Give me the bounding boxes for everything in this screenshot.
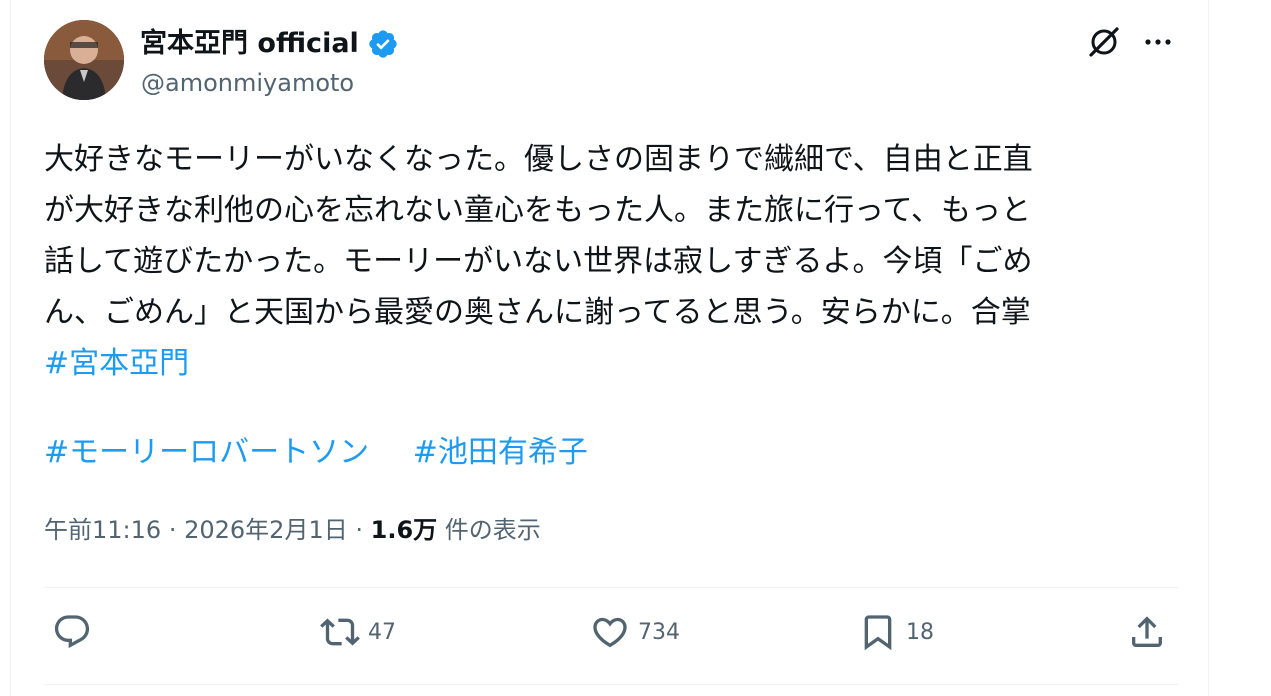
hashtag-link[interactable]: #池田有希子 <box>413 435 588 470</box>
tweet-line: 話して遊びたかった。モーリーがいない世界は寂しすぎるよ。今頃「ごめ <box>44 244 1033 279</box>
author-handle[interactable]: @amonmiyamoto <box>141 67 354 99</box>
frame-border-right <box>1208 0 1209 696</box>
grok-icon[interactable] <box>1086 24 1122 60</box>
tweet-line: が大好きな利他の心を忘れない童心をもった人。また旅に行って、もっと <box>44 193 1031 228</box>
avatar-image <box>44 20 124 100</box>
verified-badge-icon <box>367 28 399 60</box>
tweet-date[interactable]: 2026年2月1日 <box>184 516 348 544</box>
tweet-line: 大好きなモーリーがいなくなった。優しさの固まりで繊細で、自由と正直 <box>44 142 1033 177</box>
retweet-count: 47 <box>368 619 396 645</box>
more-options-icon[interactable] <box>1140 26 1176 58</box>
views-label[interactable]: 件の表示 <box>445 516 541 544</box>
retweet-button[interactable]: 47 <box>320 612 396 652</box>
like-button[interactable]: 734 <box>590 612 680 652</box>
bookmark-icon <box>864 615 892 651</box>
bookmark-button[interactable]: 18 <box>858 612 934 652</box>
hashtags-row: #モーリーロバートソン #池田有希子 <box>44 427 622 478</box>
meta-separator: · <box>355 516 363 544</box>
meta-separator: · <box>168 516 177 544</box>
hashtag-link[interactable]: #モーリーロバートソン <box>44 435 369 470</box>
divider <box>44 587 1178 588</box>
tweet-time[interactable]: 午前11:16 <box>44 516 161 544</box>
author-display-name-row[interactable]: 宮本亞門 official <box>140 26 399 62</box>
reply-icon <box>54 615 90 649</box>
tweet-meta: 午前11:16 · 2026年2月1日 · 1.6万 件の表示 <box>44 512 541 548</box>
tweet-line: ん、ごめん」と天国から最愛の奥さんに謝ってると思う。安らかに。合掌 <box>44 295 1031 330</box>
views-count[interactable]: 1.6万 <box>371 516 438 544</box>
hashtag-link[interactable]: #宮本亞門 <box>44 338 1184 389</box>
divider <box>44 684 1178 685</box>
like-count: 734 <box>638 619 680 645</box>
avatar[interactable] <box>44 20 124 100</box>
bookmark-count: 18 <box>906 619 934 645</box>
frame-border-left <box>10 0 11 696</box>
author-display-name[interactable]: 宮本亞門 official <box>140 26 359 62</box>
share-icon <box>1132 616 1162 647</box>
tweet-text: 大好きなモーリーがいなくなった。優しさの固まりで繊細で、自由と正直 が大好きな利… <box>44 134 1184 389</box>
retweet-icon <box>320 618 360 646</box>
share-button[interactable] <box>1127 612 1167 652</box>
heart-icon <box>593 617 627 648</box>
reply-button[interactable] <box>52 612 92 652</box>
